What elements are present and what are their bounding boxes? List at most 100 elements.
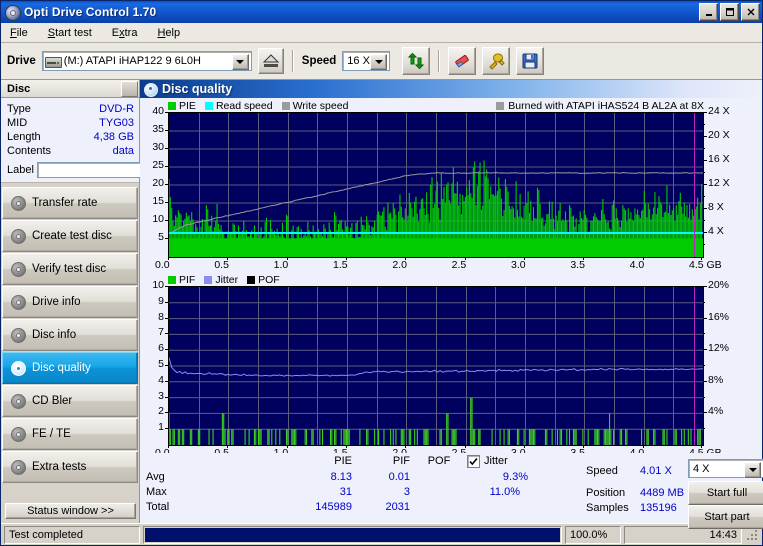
y-tick (165, 220, 168, 221)
drive-select[interactable]: (M:) ATAPI iHAP122 9 6L0H (41, 51, 252, 71)
sidebar-item-verify-test-disc[interactable]: Verify test disc (2, 253, 138, 285)
jitter-checkbox[interactable] (467, 455, 480, 468)
stats-max-pif: 3 (403, 486, 410, 498)
sidebar-item-label: Transfer rate (32, 197, 98, 209)
legend-label: POF (258, 274, 280, 286)
progress-bar (143, 525, 562, 544)
menu-item-file[interactable]: File (7, 26, 31, 40)
save-icon[interactable] (516, 47, 545, 75)
sidebar-item-cd-bler[interactable]: CD Bler (2, 385, 138, 417)
start-part-button[interactable]: Start part (688, 505, 763, 529)
y2-minor-tick (703, 148, 705, 149)
y-tick-label: 5 (158, 231, 164, 243)
y2-minor-tick (703, 365, 705, 366)
maximize-icon[interactable] (720, 3, 739, 21)
stats-max-jitter: 11.0% (489, 486, 520, 498)
disc-drive-icon (11, 294, 26, 310)
menu-item-start-test[interactable]: Start test (45, 26, 95, 40)
disc-label-key: Label (7, 163, 34, 176)
disc-extra-icon (11, 459, 26, 475)
sidebar-item-disc-info[interactable]: Disc info (2, 319, 138, 351)
x-tick-label: 3.0 (511, 259, 526, 271)
sidebar-item-fe-te[interactable]: FE / TE (2, 418, 138, 450)
y-tick-label: 15 (152, 195, 164, 207)
x-tick (464, 445, 466, 448)
resize-grip-icon[interactable] (745, 528, 759, 542)
close-icon[interactable] (741, 3, 760, 21)
chevron-down-icon[interactable] (744, 462, 761, 478)
stats-row-label-max: Max (146, 486, 167, 498)
burn-annotation: Burned with ATAPI iHAS524 B AL2A at 8X (496, 100, 704, 112)
status-window-button[interactable]: Status window >> (5, 503, 136, 519)
disc-info-list: Type DVD-R MID TYG03 Length 4,38 GB Cont… (1, 98, 244, 183)
x-tick-label: 3.5 (570, 259, 585, 271)
y2-minor-tick (703, 333, 705, 335)
pif-plot[interactable] (168, 286, 704, 446)
end-of-data-marker (694, 287, 695, 445)
y2-minor-tick (703, 317, 705, 319)
disc-info-row-contents: Contents data (7, 144, 134, 158)
stats-col-pif: PIF (392, 455, 410, 467)
sidebar-filler (1, 484, 139, 500)
x-tick-label: 4.5 GB (689, 259, 722, 271)
eraser-icon[interactable] (448, 47, 477, 75)
sidebar-item-drive-info[interactable]: Drive info (2, 286, 138, 318)
toolbar-separator-1 (291, 50, 294, 72)
test-speed-select[interactable]: 4 X (688, 459, 763, 478)
y-tick-label: 35 (152, 123, 164, 135)
start-full-button[interactable]: Start full (688, 481, 763, 505)
x-tick-label: 0.0 (155, 259, 170, 271)
legend-swatch-jitter (204, 276, 213, 284)
legend-label: Write speed (292, 100, 349, 112)
legend-item-write-speed: Write speed (281, 100, 349, 112)
legend-swatch-read-speed (204, 102, 213, 110)
menu-item-extra-rest: tra (124, 26, 138, 39)
window-title: Opti Drive Control 1.70 (24, 5, 157, 19)
legend-item-pie: PIE (168, 100, 196, 112)
y2-tick-label: 24 X (708, 105, 730, 117)
disc-info-key: Length (7, 131, 41, 143)
y2-tick-label: 16 X (708, 153, 730, 165)
menu-item-extra[interactable]: Extra (109, 26, 141, 40)
menu-item-help[interactable]: Help (154, 26, 183, 40)
legend-swatch-write-speed (281, 102, 290, 110)
x-tick-label: 1.0 (273, 259, 289, 271)
tools-icon[interactable] (482, 47, 511, 75)
status-window-wrap: Status window >> (1, 500, 139, 523)
disc-info-row-length: Length 4,38 GB (7, 130, 134, 144)
stats-max-pie: 31 (339, 486, 352, 498)
main-body: Disc Type DVD-R MID TYG03 Length 4,38 GB… (1, 80, 763, 529)
disc-panel-title: Disc (7, 82, 31, 95)
disc-panel-collapse-button[interactable] (121, 80, 138, 97)
y2-tick-label: 12% (708, 342, 730, 355)
y-tick-label: 4 (158, 373, 164, 386)
progress-percent: 100.0% (565, 525, 621, 544)
sidebar-item-label: Disc info (32, 329, 77, 341)
y-tick (165, 317, 168, 319)
disc-create-icon (11, 228, 26, 244)
y-tick (165, 148, 168, 149)
minimize-icon[interactable] (699, 3, 718, 21)
legend-label: PIE (179, 100, 196, 112)
sidebar-item-create-test-disc[interactable]: Create test disc (2, 220, 138, 252)
speed-select[interactable]: 16 X (342, 51, 391, 71)
refresh-icon[interactable] (402, 47, 431, 75)
stats-total-pif: 2031 (385, 501, 410, 513)
sidebar-item-transfer-rate[interactable]: Transfer rate (2, 187, 138, 219)
legend-item-read-speed: Read speed (204, 100, 273, 112)
sidebar-item-extra-tests[interactable]: Extra tests (2, 451, 138, 483)
disc-info-value: TYG03 (99, 117, 134, 129)
pie-plot[interactable] (168, 112, 704, 258)
sidebar-item-label: Verify test disc (32, 263, 107, 275)
x-tick (701, 445, 702, 448)
chevron-down-icon[interactable] (231, 54, 249, 70)
chevron-down-icon[interactable] (370, 54, 388, 70)
y2-minor-tick (703, 196, 705, 197)
eject-icon[interactable] (257, 48, 284, 74)
x-tick (405, 445, 407, 448)
y2-minor-tick (703, 349, 705, 351)
stats-col-pof: POF (427, 455, 451, 467)
sidebar-item-disc-quality[interactable]: Disc quality (2, 352, 138, 384)
x-tick (701, 257, 702, 260)
disc-info-value: data (112, 145, 134, 157)
